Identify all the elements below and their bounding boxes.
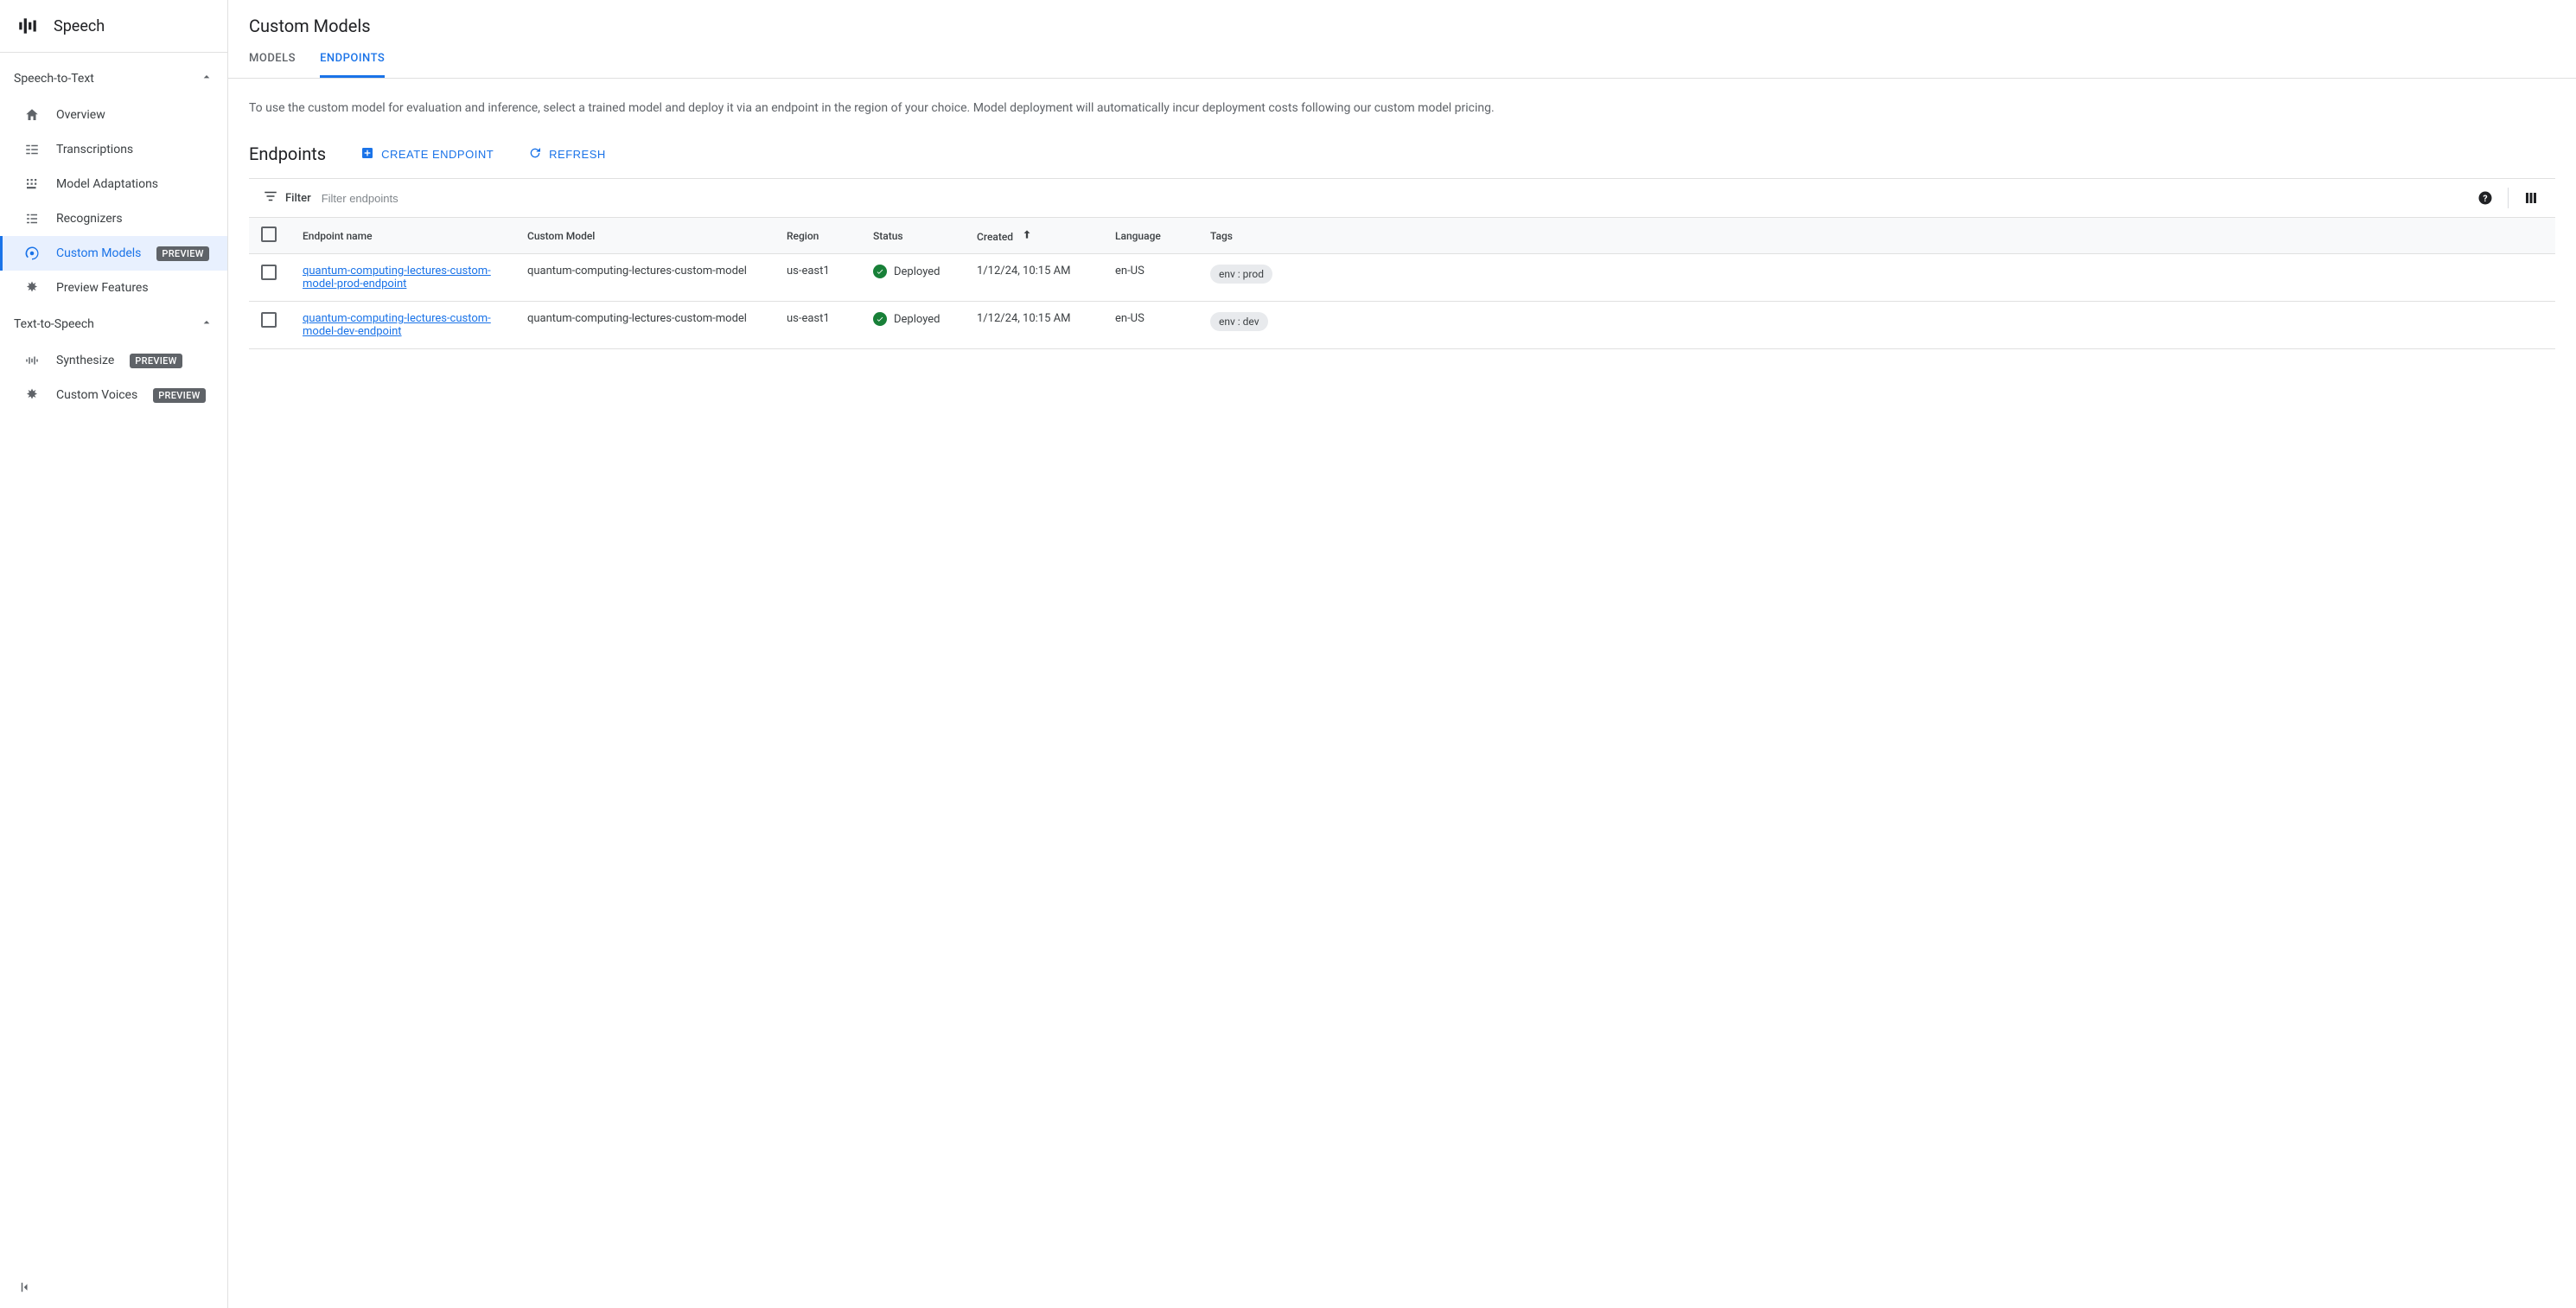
row-checkbox[interactable]	[261, 312, 277, 328]
nav-section-speech-to-text[interactable]: Speech-to-Text	[0, 60, 227, 98]
status-cell: Deployed	[873, 265, 953, 278]
nav: Speech-to-Text Overview Transcriptions M…	[0, 53, 227, 1308]
preview-badge: PREVIEW	[153, 388, 205, 403]
chevron-up-icon	[200, 70, 214, 87]
preview-features-icon	[23, 279, 41, 297]
section-toolbar: Endpoints CREATE ENDPOINT REFRESH	[249, 144, 2555, 164]
product-title: Speech	[54, 17, 105, 35]
sidebar-item-overview[interactable]: Overview	[0, 98, 227, 132]
header-region[interactable]: Region	[775, 218, 861, 254]
refresh-button[interactable]: REFRESH	[528, 146, 606, 163]
endpoints-table: Endpoint name Custom Model Region Status…	[249, 217, 2555, 349]
button-label: CREATE ENDPOINT	[381, 148, 494, 161]
endpoints-table-container: Filter ? Endpoint name Custom Mo	[249, 178, 2555, 349]
tab-models[interactable]: MODELS	[249, 52, 296, 78]
endpoint-name-link[interactable]: quantum-computing-lectures-custom-model-…	[303, 312, 491, 338]
recognizers-icon	[23, 210, 41, 227]
preview-badge: PREVIEW	[156, 246, 208, 261]
page-header: Custom Models MODELS ENDPOINTS	[228, 0, 2576, 79]
header-custom-model[interactable]: Custom Model	[515, 218, 775, 254]
language-cell: en-US	[1103, 302, 1198, 349]
nav-item-label: Recognizers	[56, 212, 123, 226]
sidebar-item-preview-features[interactable]: Preview Features	[0, 271, 227, 305]
create-endpoint-button[interactable]: CREATE ENDPOINT	[360, 146, 494, 163]
header-language[interactable]: Language	[1103, 218, 1198, 254]
tag-chip: env : dev	[1210, 312, 1268, 331]
home-icon	[23, 106, 41, 124]
sidebar-item-model-adaptations[interactable]: Model Adaptations	[0, 167, 227, 201]
sidebar-item-custom-voices[interactable]: Custom Voices PREVIEW	[0, 378, 227, 412]
synthesize-icon	[23, 352, 41, 369]
page-description: To use the custom model for evaluation a…	[249, 99, 2555, 118]
sidebar-item-transcriptions[interactable]: Transcriptions	[0, 132, 227, 167]
header-endpoint-name[interactable]: Endpoint name	[290, 218, 515, 254]
nav-item-label: Model Adaptations	[56, 177, 158, 191]
created-cell: 1/12/24, 10:15 AM	[965, 302, 1103, 349]
nav-item-label: Custom Voices	[56, 388, 137, 402]
nav-item-label: Custom Models	[56, 246, 141, 260]
transcriptions-icon	[23, 141, 41, 158]
header-created[interactable]: Created	[965, 218, 1103, 254]
custom-model-cell: quantum-computing-lectures-custom-model	[515, 254, 775, 302]
endpoint-name-link[interactable]: quantum-computing-lectures-custom-model-…	[303, 265, 491, 290]
header-status[interactable]: Status	[861, 218, 965, 254]
tab-endpoints[interactable]: ENDPOINTS	[320, 52, 385, 78]
separator	[2508, 188, 2509, 208]
button-label: REFRESH	[549, 148, 606, 161]
nav-item-label: Overview	[56, 108, 105, 122]
filter-bar: Filter ?	[249, 179, 2555, 217]
nav-item-label: Preview Features	[56, 281, 149, 295]
nav-item-label: Synthesize	[56, 354, 114, 367]
nav-section-label: Text-to-Speech	[14, 317, 94, 331]
deployed-check-icon	[873, 312, 887, 326]
main-content: Custom Models MODELS ENDPOINTS To use th…	[228, 0, 2576, 1308]
nav-section-text-to-speech[interactable]: Text-to-Speech	[0, 305, 227, 343]
adaptations-icon	[23, 175, 41, 193]
sidebar-item-synthesize[interactable]: Synthesize PREVIEW	[0, 343, 227, 378]
status-cell: Deployed	[873, 312, 953, 326]
custom-model-cell: quantum-computing-lectures-custom-model	[515, 302, 775, 349]
tab-content: To use the custom model for evaluation a…	[228, 79, 2576, 1308]
sidebar-header: Speech	[0, 0, 227, 53]
table-row: quantum-computing-lectures-custom-model-…	[249, 254, 2555, 302]
header-checkbox	[249, 218, 290, 254]
select-all-checkbox[interactable]	[261, 227, 277, 242]
preview-badge: PREVIEW	[130, 354, 182, 368]
collapse-sidebar-button[interactable]	[16, 1277, 36, 1298]
tabs: MODELS ENDPOINTS	[249, 52, 2555, 78]
deployed-check-icon	[873, 265, 887, 278]
plus-box-icon	[360, 146, 374, 163]
sort-ascending-icon	[1021, 231, 1033, 243]
filter-icon	[263, 188, 278, 207]
language-cell: en-US	[1103, 254, 1198, 302]
svg-text:?: ?	[2483, 193, 2487, 204]
column-selector-button[interactable]	[2521, 188, 2541, 208]
sidebar: Speech Speech-to-Text Overview Transcrip…	[0, 0, 228, 1308]
sidebar-item-recognizers[interactable]: Recognizers	[0, 201, 227, 236]
chevron-up-icon	[200, 316, 214, 333]
filter-label: Filter	[263, 188, 311, 207]
nav-item-label: Transcriptions	[56, 143, 133, 156]
filter-input[interactable]	[322, 192, 2464, 205]
custom-voices-icon	[23, 386, 41, 404]
help-button[interactable]: ?	[2475, 188, 2496, 208]
section-title: Endpoints	[249, 144, 326, 164]
speech-logo-icon	[16, 14, 40, 38]
nav-section-label: Speech-to-Text	[14, 72, 94, 86]
region-cell: us-east1	[775, 302, 861, 349]
row-checkbox[interactable]	[261, 265, 277, 280]
sidebar-item-custom-models[interactable]: Custom Models PREVIEW	[0, 236, 227, 271]
tag-chip: env : prod	[1210, 265, 1272, 284]
region-cell: us-east1	[775, 254, 861, 302]
custom-models-icon	[23, 245, 41, 262]
header-tags[interactable]: Tags	[1198, 218, 2555, 254]
refresh-icon	[528, 146, 542, 163]
created-cell: 1/12/24, 10:15 AM	[965, 254, 1103, 302]
page-title: Custom Models	[249, 16, 2555, 36]
table-row: quantum-computing-lectures-custom-model-…	[249, 302, 2555, 349]
